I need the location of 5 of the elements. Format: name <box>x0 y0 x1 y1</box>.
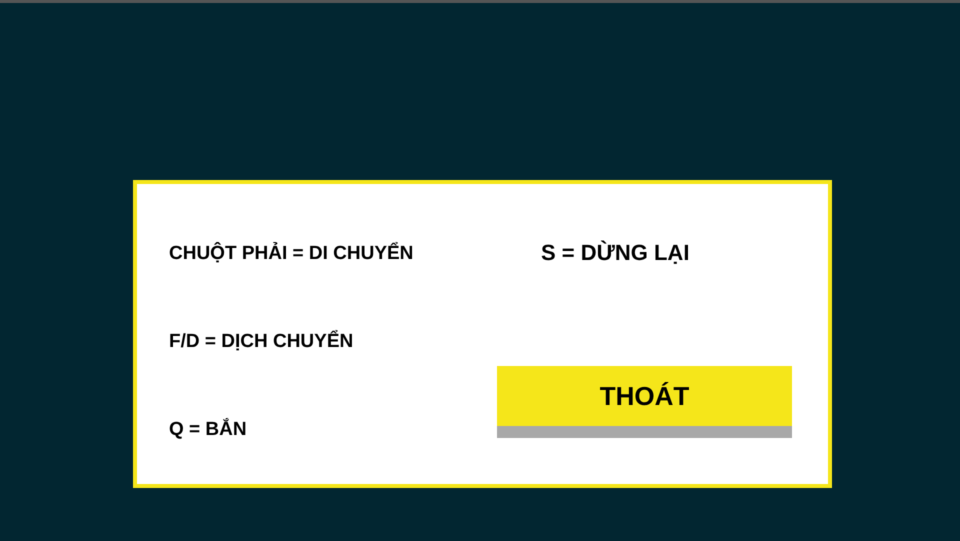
control-hint: Q = BẮN <box>169 418 248 442</box>
exit-button[interactable]: THOÁT <box>497 366 792 426</box>
stop-hint: S = DỪNG LẠI <box>540 240 690 266</box>
control-hint: F/D = DỊCH CHUYỂN <box>169 330 354 354</box>
control-hint: CHUỘT PHẢI = DI CHUYỂN <box>169 242 414 266</box>
